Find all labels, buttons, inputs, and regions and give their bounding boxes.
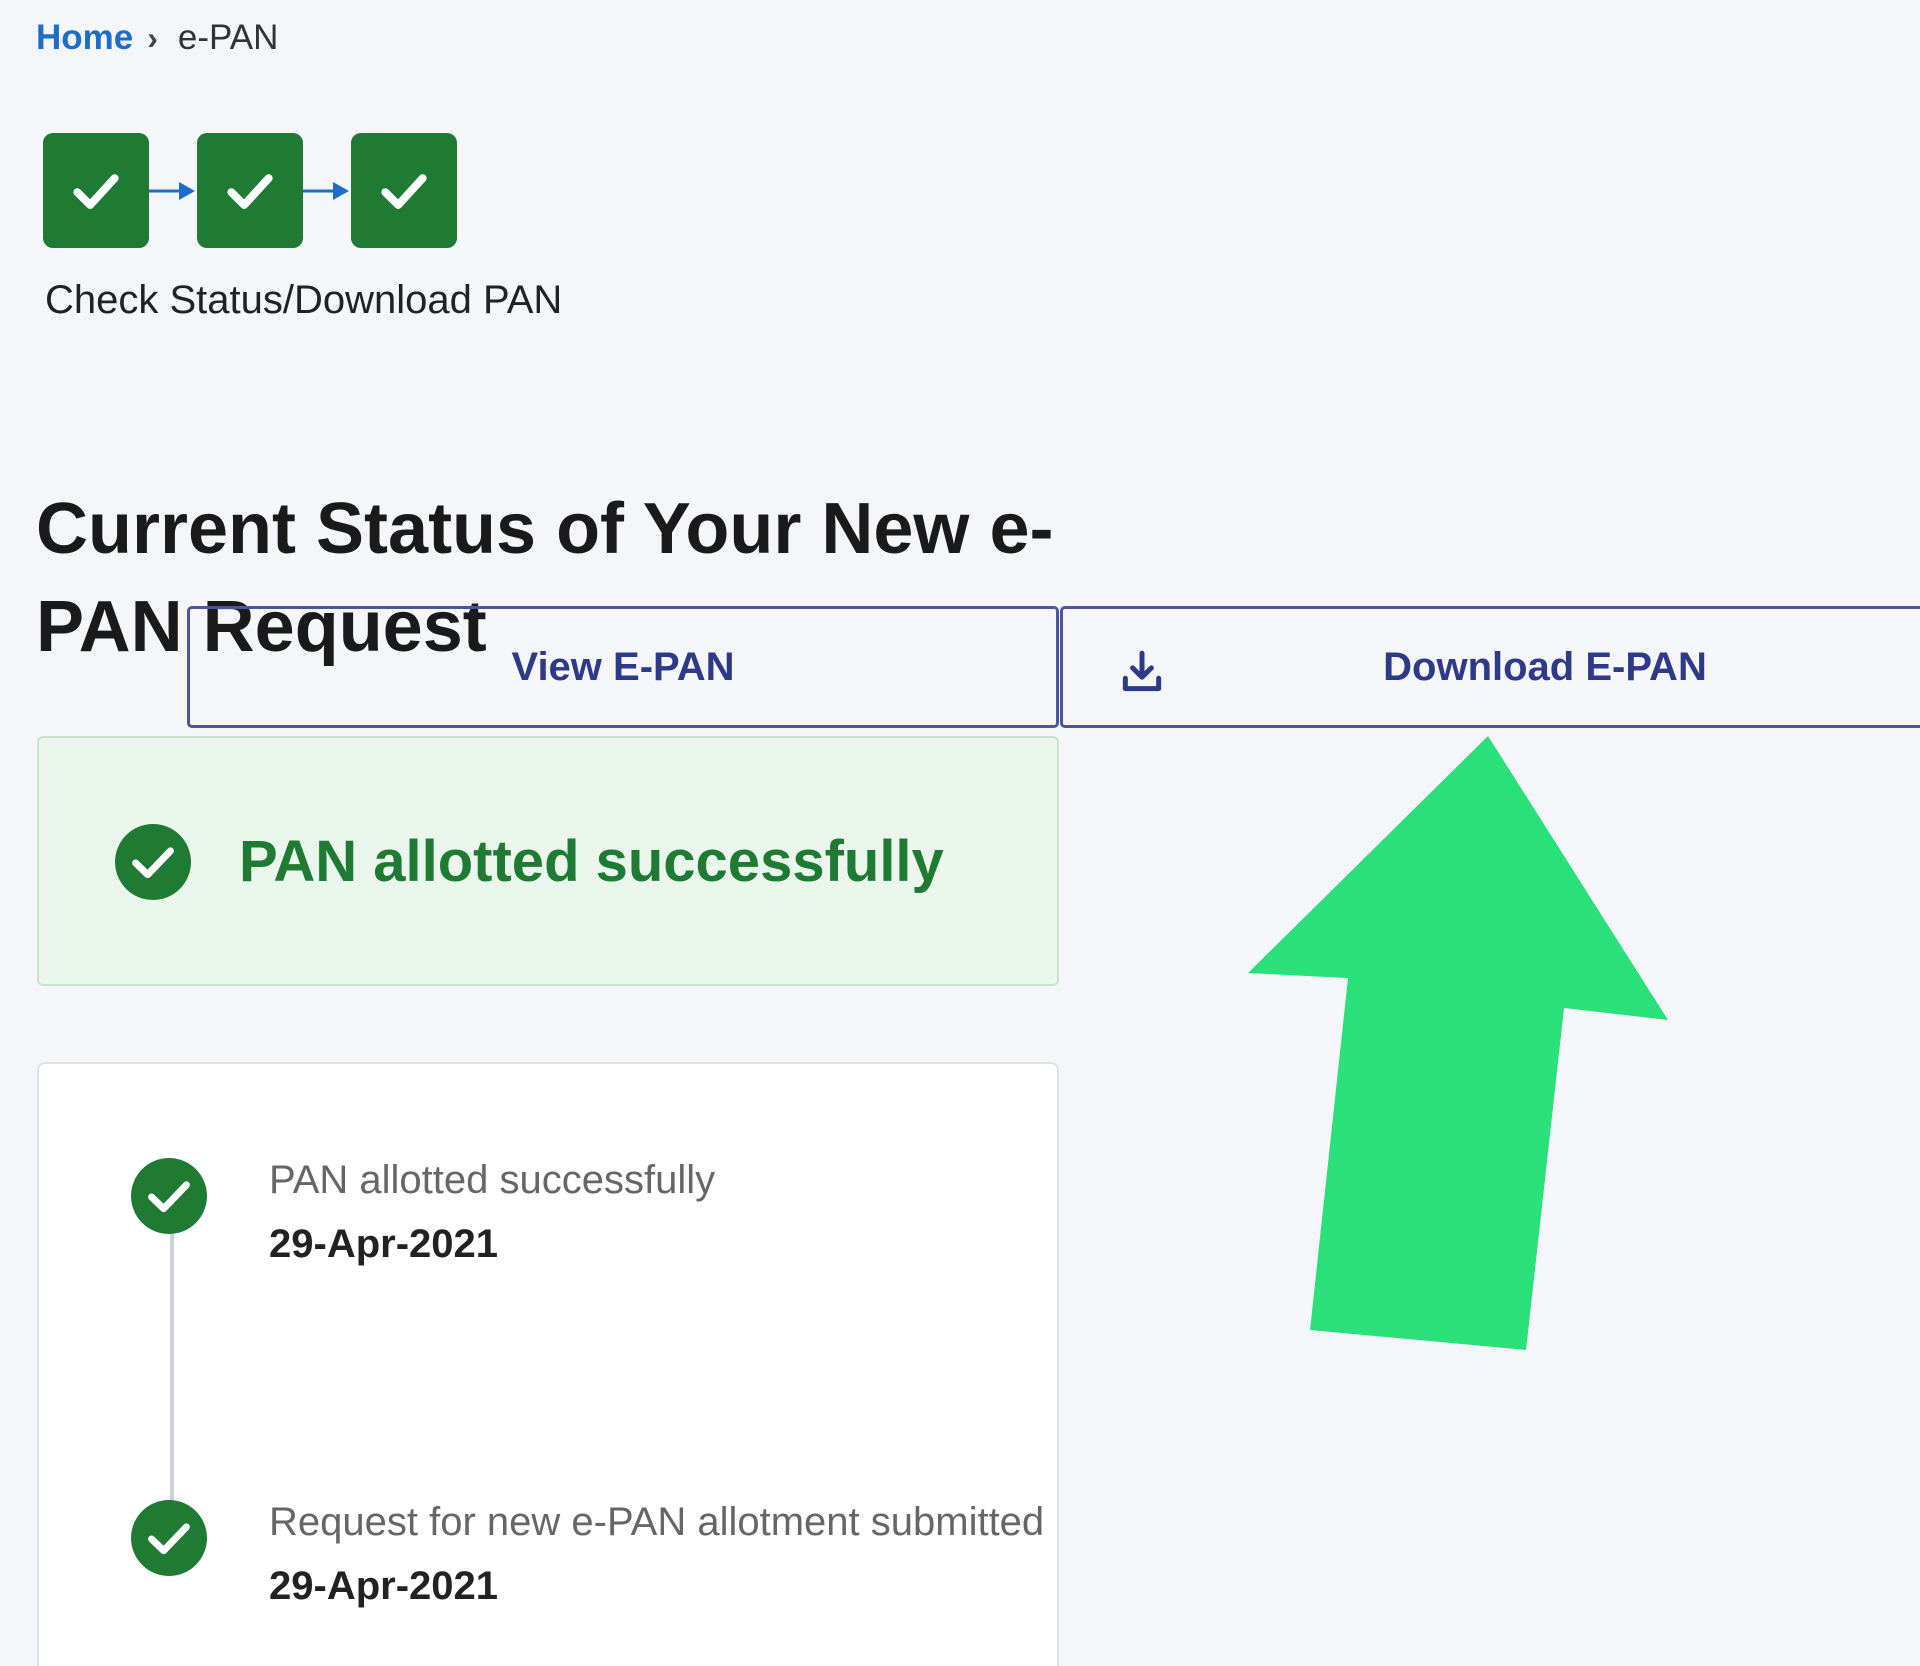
- download-icon: [1122, 650, 1162, 692]
- progress-stepper: [43, 133, 457, 248]
- page: Home › e-PAN Check Status/Download PAN C…: [0, 0, 1920, 1666]
- check-circle-icon: [115, 824, 191, 900]
- breadcrumb-home-link[interactable]: Home: [36, 18, 133, 58]
- timeline-item-title: PAN allotted successfully: [269, 1158, 716, 1202]
- success-message: PAN allotted successfully: [239, 829, 944, 894]
- timeline-item-title: Request for new e-PAN allotment submitte…: [269, 1500, 1045, 1544]
- breadcrumb-current: e-PAN: [177, 18, 279, 57]
- check-icon: [381, 173, 427, 209]
- step-connector-arrow: [149, 181, 197, 201]
- timeline-connector: [170, 1230, 174, 1530]
- view-epan-label: View E-PAN: [511, 644, 735, 689]
- success-banner: PAN allotted successfully: [37, 736, 1059, 986]
- timeline-item-date: 29-Apr-2021: [269, 1564, 499, 1608]
- check-icon: [73, 173, 119, 209]
- step-connector-arrow: [303, 181, 351, 201]
- download-epan-button[interactable]: Download E-PAN: [1060, 606, 1920, 728]
- step-3-complete: [351, 133, 457, 248]
- check-circle-icon: [131, 1158, 207, 1234]
- annotation-arrow-icon: [1248, 736, 1668, 1350]
- check-icon: [227, 173, 273, 209]
- breadcrumb: Home › e-PAN: [36, 18, 278, 58]
- view-epan-button[interactable]: View E-PAN: [187, 606, 1059, 728]
- timeline-item-date: 29-Apr-2021: [269, 1222, 499, 1266]
- step-2-complete: [197, 133, 303, 248]
- check-circle-icon: [131, 1500, 207, 1576]
- step-1-complete: [43, 133, 149, 248]
- download-epan-label: Download E-PAN: [1383, 644, 1707, 689]
- breadcrumb-separator: ›: [147, 19, 158, 56]
- stepper-label: Check Status/Download PAN: [45, 278, 563, 322]
